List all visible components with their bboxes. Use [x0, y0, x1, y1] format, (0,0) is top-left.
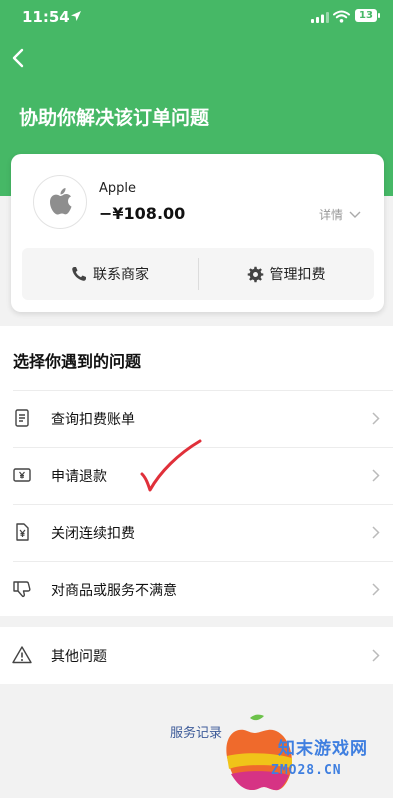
row-divider: [13, 504, 393, 505]
order-actions: 联系商家 管理扣费: [22, 248, 374, 300]
row-divider: [13, 561, 393, 562]
other-issue-label: 其他问题: [51, 649, 107, 665]
watermark-text-cn: 知末游戏网: [278, 739, 368, 759]
order-amount: −¥108.00: [99, 204, 186, 223]
chevron-right-icon: [372, 649, 380, 662]
receipt-icon: [15, 409, 29, 427]
location-arrow-icon: [71, 11, 81, 21]
back-arrow-icon[interactable]: [8, 46, 30, 70]
battery-level: 13: [359, 10, 373, 21]
issue-label: 申请退款: [51, 469, 107, 485]
chevron-right-icon: [372, 412, 380, 425]
status-time: 11:54: [22, 8, 70, 26]
issue-label: 关闭连续扣费: [51, 526, 135, 542]
battery-icon: 13: [355, 9, 377, 22]
contact-merchant-button[interactable]: 联系商家: [22, 248, 198, 300]
cellular-signal-icon: [311, 12, 329, 23]
service-record-link[interactable]: 服务记录: [170, 722, 222, 741]
chevron-down-icon: [349, 211, 361, 218]
issue-item-other[interactable]: 其他问题: [0, 627, 393, 684]
watermark-text-en: ZMO28.CN: [271, 763, 342, 778]
battery-tip: [378, 13, 380, 18]
chevron-right-icon: [372, 469, 380, 482]
issue-label: 对商品或服务不满意: [51, 583, 177, 599]
issue-label: 查询扣费账单: [51, 412, 135, 428]
manage-deduction-button[interactable]: 管理扣费: [198, 248, 374, 300]
warning-icon: [12, 646, 32, 664]
issue-item-stop-autopay[interactable]: 关闭连续扣费: [0, 504, 393, 561]
wifi-icon: [333, 10, 350, 23]
order-card: Apple −¥108.00 详情 联系商家 管理扣费: [11, 154, 384, 312]
detail-label: 详情: [319, 208, 344, 222]
checkmark-annotation-icon: [140, 439, 202, 492]
other-issues-section: 其他问题: [0, 627, 393, 684]
phone-icon: [72, 267, 86, 281]
thumbs-down-icon: [13, 581, 31, 598]
row-divider: [13, 390, 393, 391]
status-bar: 11:54 13: [0, 0, 393, 36]
merchant-logo: [33, 175, 87, 229]
apple-logo-icon: [50, 188, 72, 215]
chevron-right-icon: [372, 583, 380, 596]
refund-icon: [13, 468, 31, 482]
gear-icon: [247, 266, 263, 282]
close-deduction-icon: [16, 523, 29, 541]
chevron-right-icon: [372, 526, 380, 539]
contact-merchant-label: 联系商家: [93, 267, 149, 283]
issue-item-dissatisfied[interactable]: 对商品或服务不满意: [0, 561, 393, 618]
detail-toggle[interactable]: 详情: [319, 206, 361, 223]
merchant-name: Apple: [99, 181, 137, 196]
page-title: 协助你解决该订单问题: [19, 107, 210, 129]
issues-title: 选择你遇到的问题: [13, 352, 142, 371]
manage-deduction-label: 管理扣费: [269, 267, 326, 283]
